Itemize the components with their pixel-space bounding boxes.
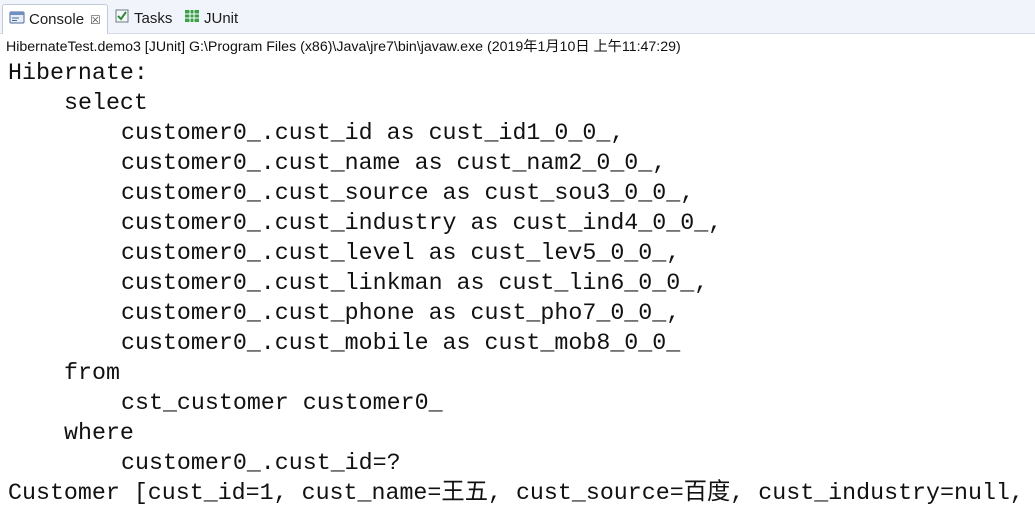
tab-console[interactable]: Console ☒ <box>2 4 108 34</box>
console-line: select <box>64 90 148 116</box>
tab-junit-label: JUnit <box>204 9 239 27</box>
tab-tasks-label: Tasks <box>134 9 173 27</box>
console-line: customer0_.cust_name as cust_nam2_0_0_, <box>121 150 667 176</box>
console-line: Hibernate: <box>8 60 162 86</box>
console-line: Customer [cust_id=1, cust_name=王五, cust_… <box>8 480 1024 506</box>
console-line: from <box>64 360 120 386</box>
console-line: customer0_.cust_mobile as cust_mob8_0_0_ <box>121 330 695 356</box>
tab-console-label: Console <box>29 11 85 28</box>
console-line: customer0_.cust_industry as cust_ind4_0_… <box>121 210 723 236</box>
tab-tasks[interactable]: Tasks <box>114 6 172 30</box>
console-line: customer0_.cust_phone as cust_pho7_0_0_, <box>121 300 681 326</box>
console-line: customer0_.cust_linkman as cust_lin6_0_0… <box>121 270 709 296</box>
launch-description-bar: HibernateTest.demo3 [JUnit] G:\Program F… <box>0 34 1035 56</box>
console-output[interactable]: Hibernate: select customer0_.cust_id as … <box>0 56 1035 516</box>
console-line: customer0_.cust_source as cust_sou3_0_0_… <box>121 180 695 206</box>
tab-junit[interactable]: JUnit <box>184 6 238 30</box>
console-line: customer0_.cust_level as cust_lev5_0_0_, <box>121 240 681 266</box>
close-icon[interactable]: ☒ <box>90 13 101 27</box>
launch-description: HibernateTest.demo3 [JUnit] G:\Program F… <box>6 39 681 55</box>
tasks-icon <box>114 8 130 28</box>
console-icon <box>9 10 25 30</box>
console-line: customer0_.cust_id=? <box>121 450 401 476</box>
junit-icon <box>184 8 200 28</box>
view-tab-bar: Console ☒ Tasks JUnit <box>0 0 1035 34</box>
console-line: where <box>64 420 134 446</box>
console-line: customer0_.cust_id as cust_id1_0_0_, <box>121 120 625 146</box>
eclipse-console-view: Console ☒ Tasks JUnit HibernateTest.demo… <box>0 0 1035 516</box>
console-line: cst_customer customer0_ <box>121 390 457 416</box>
